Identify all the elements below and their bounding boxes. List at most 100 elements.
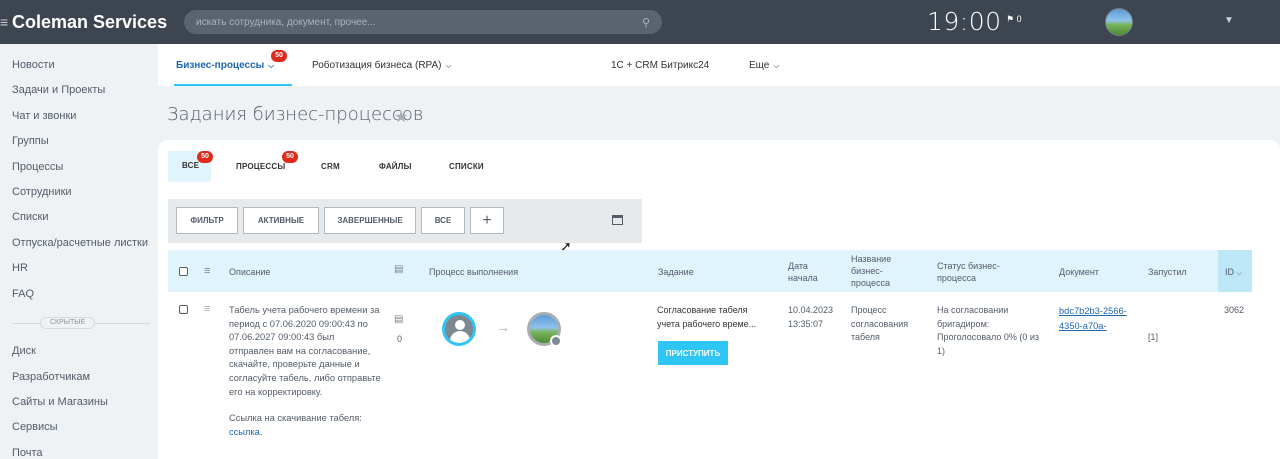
- tab-1c-crm[interactable]: 1С + CRM Битрикс24: [611, 60, 709, 71]
- assignee-avatar[interactable]: [442, 312, 476, 346]
- row-checkbox[interactable]: [179, 305, 188, 314]
- search-icon[interactable]: ⚲: [642, 16, 650, 29]
- filter-button[interactable]: ФИЛЬТР: [176, 207, 238, 234]
- header-started-by[interactable]: Запустил: [1148, 266, 1187, 278]
- tab-business-processes[interactable]: Бизнес-процессы ⌵: [176, 60, 274, 71]
- tab-more[interactable]: Еще ⌵: [749, 60, 779, 71]
- brand-name: Coleman Services: [12, 11, 168, 32]
- sidebar-item-chat[interactable]: Чат и звонки: [12, 110, 76, 122]
- tab-label: Роботизация бизнеса (RPA): [312, 60, 442, 71]
- user-icon-body: [450, 331, 470, 343]
- comment-count: 0: [397, 334, 403, 344]
- comment-icon[interactable]: ▤: [394, 314, 403, 325]
- row-description: Табель учета рабочего времени за период …: [229, 304, 381, 439]
- finished-button[interactable]: ЗАВЕРШЕННЫЕ: [324, 207, 416, 234]
- sidebar-item-tasks[interactable]: Задачи и Проекты: [12, 84, 105, 96]
- chevron-down-icon: ⌵: [268, 61, 275, 70]
- user-icon-head: [455, 320, 465, 330]
- star-icon[interactable]: ★: [394, 107, 408, 127]
- hidden-section-toggle[interactable]: СКРЫТЫЕ: [40, 317, 96, 329]
- sidebar-item-employees[interactable]: Сотрудники: [12, 186, 72, 198]
- clock-icon: [550, 335, 562, 347]
- sidebar-item-news[interactable]: Новости: [12, 59, 55, 71]
- sidebar-item-processes[interactable]: Процессы: [12, 161, 63, 173]
- chevron-down-icon: ⌵: [445, 61, 452, 70]
- row-id: 3062: [1224, 305, 1245, 315]
- download-link[interactable]: ссылка.: [229, 427, 262, 437]
- header-bp-name[interactable]: Название бизнес- процесса: [851, 253, 891, 289]
- task-title[interactable]: Согласование табеля учета рабочего време…: [657, 304, 769, 331]
- clock[interactable]: 19:00: [927, 7, 1002, 36]
- bp-status: На согласовании бригадиром: Проголосовал…: [937, 305, 1040, 356]
- bp-name: Процесс согласования табеля: [851, 305, 909, 342]
- comment-icon: ▤: [394, 264, 404, 275]
- top-nav: Бизнес-процессы ⌵ 50 Роботизация бизнеса …: [158, 44, 1280, 86]
- sidebar-item-sites[interactable]: Сайты и Магазины: [12, 396, 108, 408]
- chevron-down-icon: ⌵: [773, 61, 780, 70]
- sidebar-item-faq[interactable]: FAQ: [12, 288, 34, 300]
- sidebar-item-groups[interactable]: Группы: [12, 135, 49, 147]
- sidebar-item-disk[interactable]: Диск: [12, 345, 36, 357]
- flag-icon: ⚑: [1006, 14, 1015, 24]
- filter-tab-badge: 50: [282, 151, 298, 163]
- header-document[interactable]: Документ: [1059, 266, 1099, 278]
- description-text: Табель учета рабочего времени за период …: [229, 305, 381, 397]
- start-date: 10.04.2023 13:35:07: [788, 304, 833, 331]
- start-task-button[interactable]: ПРИСТУПИТЬ: [658, 341, 728, 365]
- download-text: Ссылка на скачивание табеля:: [229, 413, 362, 424]
- started-by[interactable]: [1]: [1148, 331, 1158, 345]
- sidebar-item-mail[interactable]: Почта: [12, 447, 43, 459]
- sidebar-item-vacations[interactable]: Отпуска/расчетные листки: [12, 237, 148, 249]
- tab-label: Еще: [749, 60, 770, 71]
- sidebar-item-hr[interactable]: HR: [12, 262, 28, 274]
- menu-icon[interactable]: ≡: [0, 14, 8, 30]
- filter-tab-files[interactable]: ФАЙЛЫ: [379, 162, 412, 171]
- sidebar-item-developers[interactable]: Разработчикам: [12, 371, 90, 383]
- header-process[interactable]: Процесс выполнения: [429, 266, 518, 278]
- start-date-time: 13:35:07: [788, 318, 824, 329]
- tab-rpa[interactable]: Роботизация бизнеса (RPA) ⌵: [312, 60, 452, 71]
- sidebar-item-lists[interactable]: Списки: [12, 211, 49, 223]
- filter-tab-crm[interactable]: CRM: [321, 162, 340, 171]
- next-user-avatar[interactable]: [527, 312, 562, 347]
- header-line: начала: [788, 273, 818, 283]
- user-avatar[interactable]: [1105, 8, 1133, 36]
- flag-counter[interactable]: ⚑ 0: [1006, 14, 1022, 25]
- sidebar: Новости Задачи и Проекты Чат и звонки Гр…: [0, 44, 158, 459]
- header-line: процесса: [937, 273, 976, 283]
- header-id[interactable]: ID ⌵: [1225, 266, 1242, 280]
- search-input[interactable]: [196, 16, 642, 28]
- brand[interactable]: ≡ Coleman Services: [0, 0, 167, 44]
- filter-tab-badge: 50: [197, 151, 213, 163]
- header-line: Дата: [788, 261, 808, 271]
- header-line: бизнес-: [851, 266, 883, 276]
- header-line: Статус бизнес-: [937, 261, 1000, 271]
- tab-label: Бизнес-процессы: [176, 60, 265, 71]
- row-menu-icon[interactable]: ≡: [204, 304, 214, 315]
- sidebar-item-services[interactable]: Сервисы: [12, 421, 58, 433]
- header-task[interactable]: Задание: [658, 266, 694, 278]
- document-link[interactable]: bdc7b2b3-2566-4350-a70a-: [1059, 304, 1139, 334]
- chevron-down-icon[interactable]: ▼: [1224, 15, 1234, 26]
- tab-badge: 50: [271, 50, 287, 62]
- select-all-checkbox[interactable]: [179, 267, 188, 276]
- add-button[interactable]: +: [470, 207, 504, 234]
- header-bp-status[interactable]: Статус бизнес- процесса: [937, 260, 1000, 284]
- filter-tab-lists[interactable]: СПИСКИ: [449, 162, 484, 171]
- window-icon[interactable]: [612, 215, 623, 225]
- active-button[interactable]: АКТИВНЫЕ: [243, 207, 319, 234]
- header-line: процесса: [851, 278, 890, 288]
- header-line: Название: [851, 254, 892, 264]
- top-bar: ≡ Coleman Services ⚲ 19:00 ⚑ 0 ▼: [0, 0, 1280, 44]
- header-start-date[interactable]: Дата начала: [788, 260, 818, 284]
- flag-count: 0: [1016, 14, 1022, 24]
- active-tab-underline: [174, 84, 292, 86]
- search-box[interactable]: ⚲: [184, 10, 662, 34]
- all-button[interactable]: ВСЕ: [421, 207, 465, 234]
- header-description[interactable]: Описание: [229, 266, 270, 278]
- header-id-label: ID: [1225, 267, 1234, 277]
- column-settings-icon[interactable]: ≡: [204, 266, 214, 277]
- filter-toolbar: ФИЛЬТР АКТИВНЫЕ ЗАВЕРШЕННЫЕ ВСЕ +: [168, 199, 642, 243]
- arrow-right-icon: →: [496, 319, 510, 335]
- filter-tab-processes[interactable]: ПРОЦЕССЫ: [236, 162, 285, 171]
